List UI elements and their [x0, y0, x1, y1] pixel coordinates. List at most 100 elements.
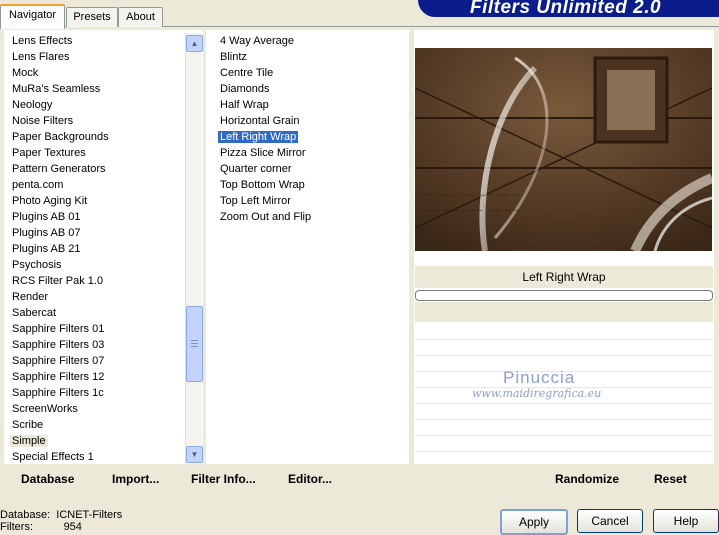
filter-label: Half Wrap [220, 99, 269, 111]
category-label: Plugins AB 01 [12, 211, 81, 223]
parameter-row [415, 420, 713, 436]
filter-item[interactable]: 4 Way Average [218, 33, 296, 49]
category-label: Sapphire Filters 01 [12, 323, 105, 335]
filter-item[interactable]: Centre Tile [218, 65, 275, 81]
filter-label: 4 Way Average [220, 35, 294, 47]
watermark-name: Pinuccia [503, 368, 576, 387]
category-item[interactable]: Plugins AB 07 [10, 225, 83, 241]
category-item[interactable]: Photo Aging Kit [10, 193, 89, 209]
category-label: MuRa's Seamless [12, 83, 101, 95]
import-button[interactable]: Import... [112, 472, 159, 486]
parameter-row [415, 340, 713, 356]
category-item[interactable]: penta.com [10, 177, 65, 193]
category-item[interactable]: Sapphire Filters 07 [10, 353, 106, 369]
category-item[interactable]: Lens Flares [10, 49, 71, 65]
filter-label: Centre Tile [220, 67, 274, 79]
category-label: Sapphire Filters 1c [12, 387, 104, 399]
database-value: ICNET-Filters [56, 509, 123, 521]
randomize-button[interactable]: Randomize [555, 472, 619, 486]
category-label: Sabercat [12, 307, 57, 319]
scroll-thumb[interactable] [186, 306, 203, 382]
scroll-up-button[interactable]: ▲ [186, 35, 203, 52]
category-list-panel: Lens Effects Lens Flares Mock MuRa's Seamle… [4, 30, 203, 464]
navigator-toolbar: Database Import... Filter Info... Editor… [4, 464, 409, 492]
help-button[interactable]: Help [653, 509, 719, 533]
filter-list: 4 Way Average Blintz Centre Tile Diamonds Ha… [218, 33, 403, 453]
category-item[interactable]: Plugins AB 21 [10, 241, 83, 257]
scroll-down-button[interactable]: ▼ [186, 446, 203, 463]
tab-about[interactable]: About [118, 7, 163, 27]
category-scrollbar[interactable]: ▲ ▼ [185, 33, 203, 464]
filter-item[interactable]: Diamonds [218, 81, 272, 97]
category-item[interactable]: ScreenWorks [10, 401, 80, 417]
category-item[interactable]: MuRa's Seamless [10, 81, 102, 97]
filter-info-button[interactable]: Filter Info... [191, 472, 256, 486]
filter-label: Left Right Wrap [218, 131, 299, 143]
parameter-row [415, 404, 713, 420]
category-item[interactable]: Mock [10, 65, 40, 81]
tab-presets[interactable]: Presets [66, 7, 118, 27]
category-label: Simple [10, 435, 48, 447]
filter-item[interactable]: Left Right Wrap [218, 129, 299, 145]
parameter-row [415, 324, 713, 340]
filter-item[interactable]: Half Wrap [218, 97, 271, 113]
category-label: Noise Filters [12, 115, 74, 127]
filter-label: Top Left Mirror [220, 195, 291, 207]
filters-count: 954 [63, 521, 82, 533]
category-label: Lens Flares [12, 51, 70, 63]
category-label: penta.com [12, 179, 64, 191]
category-item[interactable]: Sabercat [10, 305, 58, 321]
tab-navigator[interactable]: Navigator [0, 4, 65, 29]
category-list: Lens Effects Lens Flares Mock MuRa's Seamle… [10, 33, 188, 463]
category-label: Render [12, 291, 49, 303]
category-item[interactable]: Sapphire Filters 01 [10, 321, 106, 337]
editor-button[interactable]: Editor... [288, 472, 332, 486]
parameters-header [415, 302, 713, 322]
filter-item[interactable]: Top Left Mirror [218, 193, 293, 209]
preview-filter-name: Left Right Wrap [415, 266, 713, 288]
status-filters: Filters: 954 [0, 521, 82, 533]
apply-button[interactable]: Apply [500, 509, 568, 535]
category-label: Plugins AB 21 [12, 243, 81, 255]
filter-list-panel: 4 Way Average Blintz Centre Tile Diamonds Ha… [206, 30, 409, 464]
filter-item[interactable]: Blintz [218, 49, 249, 65]
category-label: ScreenWorks [12, 403, 78, 415]
filter-item[interactable]: Zoom Out and Flip [218, 209, 313, 225]
category-item[interactable]: RCS Filter Pak 1.0 [10, 273, 105, 289]
filter-item[interactable]: Quarter corner [218, 161, 294, 177]
filter-label: Diamonds [220, 83, 270, 95]
category-label: Neology [12, 99, 53, 111]
filter-item[interactable]: Pizza Slice Mirror [218, 145, 308, 161]
filter-label: Top Bottom Wrap [220, 179, 305, 191]
category-item[interactable]: Render [10, 289, 50, 305]
category-item[interactable]: Special Effects 1 [10, 449, 96, 463]
database-label: Database: [0, 509, 51, 521]
category-item[interactable]: Paper Textures [10, 145, 88, 161]
filter-label: Quarter corner [220, 163, 292, 175]
category-label: Paper Textures [12, 147, 86, 159]
category-item[interactable]: Sapphire Filters 1c [10, 385, 106, 401]
filter-item[interactable]: Top Bottom Wrap [218, 177, 307, 193]
category-label: Pattern Generators [12, 163, 106, 175]
database-button[interactable]: Database [21, 472, 74, 486]
category-item[interactable]: Noise Filters [10, 113, 75, 129]
category-item[interactable]: Sapphire Filters 03 [10, 337, 106, 353]
filter-item[interactable]: Horizontal Grain [218, 113, 301, 129]
category-item[interactable]: Neology [10, 97, 54, 113]
svg-text:~~ ~ ~~~~ ~~ ~~: ~~ ~ ~~~~ ~~ ~~ [425, 206, 519, 216]
preview-image: ~ ~~~ ~~ ~~~~ ~ ~~ ~ ~~~~ ~~ ~~ [415, 48, 712, 251]
svg-text:~ ~~~ ~~ ~~~~ ~: ~ ~~~ ~~ ~~~~ ~ [425, 191, 519, 201]
category-item[interactable]: Lens Effects [10, 33, 74, 49]
category-item[interactable]: Plugins AB 01 [10, 209, 83, 225]
category-label: RCS Filter Pak 1.0 [12, 275, 104, 287]
reset-button[interactable]: Reset [654, 472, 687, 486]
category-item[interactable]: Pattern Generators [10, 161, 108, 177]
category-label: Sapphire Filters 12 [12, 371, 105, 383]
category-item[interactable]: Scribe [10, 417, 45, 433]
category-item[interactable]: Paper Backgrounds [10, 129, 111, 145]
category-item[interactable]: Sapphire Filters 12 [10, 369, 106, 385]
category-label: Scribe [12, 419, 44, 431]
category-item[interactable]: Psychosis [10, 257, 64, 273]
category-item[interactable]: Simple [10, 433, 48, 449]
cancel-button[interactable]: Cancel [577, 509, 643, 533]
